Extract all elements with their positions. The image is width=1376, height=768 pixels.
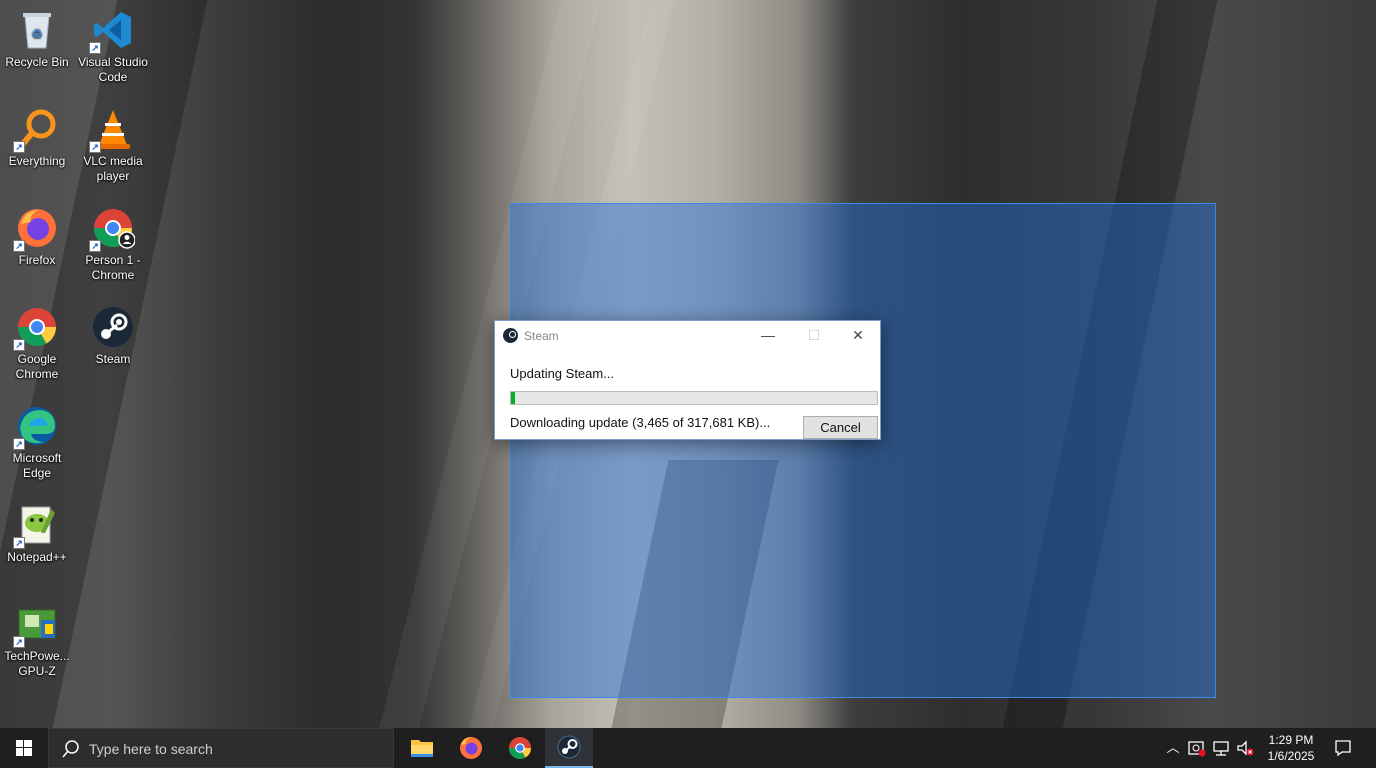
taskbar-app-firefox[interactable] — [447, 728, 495, 768]
search-icon — [62, 740, 79, 758]
download-detail-text: Downloading update (3,465 of 317,681 KB)… — [510, 415, 771, 430]
maximize-icon: ☐ — [807, 327, 821, 343]
shortcut-arrow-icon: ↗ — [89, 141, 101, 153]
vlc-icon: ↗ — [89, 107, 135, 153]
firefox-icon: ↗ — [13, 206, 59, 252]
taskbar-app-steam[interactable] — [545, 728, 593, 768]
search-placeholder: Type here to search — [89, 741, 213, 757]
desktop[interactable]: ♻ Recycle Bin ↗ Visual Studio Code ↗ Eve… — [0, 0, 1376, 728]
desktop-icon-label: Everything — [8, 154, 66, 168]
desktop-icon-label: Person 1 - Chrome — [85, 253, 141, 282]
shortcut-arrow-icon: ↗ — [13, 438, 25, 450]
network-icon — [1213, 741, 1229, 756]
steam-icon — [503, 328, 518, 343]
desktop-icon-steam[interactable]: Steam — [76, 305, 150, 367]
close-icon: ✕ — [852, 327, 864, 343]
steam-update-dialog[interactable]: Steam — ☐ ✕ Updating Steam... Downloadin… — [494, 320, 881, 440]
vscode-icon: ↗ — [89, 8, 135, 54]
taskbar-app-file-explorer[interactable] — [398, 728, 446, 768]
update-status-text: Updating Steam... — [510, 366, 615, 381]
minimize-button[interactable]: — — [745, 321, 791, 351]
show-hidden-icons-button[interactable]: ︿ — [1163, 738, 1183, 758]
dialog-title: Steam — [524, 329, 559, 343]
volume-button[interactable] — [1235, 738, 1255, 758]
desktop-icon-google-chrome[interactable]: ↗ Google Chrome — [0, 305, 74, 382]
desktop-icon-label: Recycle Bin — [5, 55, 69, 69]
recycle-bin-icon: ♻ — [15, 8, 59, 52]
close-button[interactable]: ✕ — [835, 321, 881, 351]
minimize-icon: — — [761, 327, 775, 343]
notification-icon — [1335, 740, 1351, 757]
desktop-icon-recycle-bin[interactable]: ♻ Recycle Bin — [0, 8, 74, 70]
cancel-button[interactable]: Cancel — [803, 416, 878, 439]
desktop-icon-chrome-person1[interactable]: ↗ Person 1 - Chrome — [76, 206, 150, 283]
desktop-icon-edge[interactable]: ↗ Microsoft Edge — [0, 404, 74, 481]
windows-logo-icon — [16, 740, 32, 756]
shortcut-arrow-icon: ↗ — [13, 141, 25, 153]
taskbar-clock[interactable]: 1:29 PM 1/6/2025 — [1262, 732, 1320, 764]
steam-icon — [557, 735, 581, 759]
folder-icon — [411, 740, 433, 757]
progress-fill — [511, 392, 516, 404]
notepadplusplus-icon: ↗ — [13, 503, 59, 549]
chrome-profile-icon: ↗ — [89, 206, 136, 252]
update-progress-bar — [510, 391, 878, 405]
desktop-icon-firefox[interactable]: ↗ Firefox — [0, 206, 74, 268]
desktop-icon-label: Microsoft Edge — [12, 451, 62, 480]
firefox-icon — [460, 737, 482, 759]
edge-icon: ↗ — [13, 404, 59, 450]
desktop-icon-gpuz[interactable]: ↗ TechPowe... GPU-Z — [0, 602, 74, 679]
taskbar-search-box[interactable]: Type here to search — [48, 728, 394, 768]
shortcut-arrow-icon: ↗ — [89, 240, 101, 252]
chrome-icon: ↗ — [13, 305, 59, 351]
tray-app-icon[interactable] — [1187, 738, 1207, 758]
desktop-icon-label: TechPowe... GPU-Z — [4, 649, 70, 678]
desktop-icon-everything[interactable]: ↗ Everything — [0, 107, 74, 169]
desktop-icon-label: Steam — [95, 352, 131, 366]
chrome-icon — [509, 737, 531, 759]
desktop-icon-label: VLC media player — [83, 154, 143, 183]
desktop-icon-label: Google Chrome — [15, 352, 59, 381]
everything-search-icon: ↗ — [13, 107, 59, 153]
network-button[interactable] — [1211, 738, 1231, 758]
gpuz-icon: ↗ — [13, 602, 59, 648]
shortcut-arrow-icon: ↗ — [89, 42, 101, 54]
desktop-icon-vlc[interactable]: ↗ VLC media player — [76, 107, 150, 184]
drag-selection-rectangle — [510, 203, 1216, 698]
shortcut-arrow-icon: ↗ — [13, 636, 25, 648]
action-center-button[interactable] — [1333, 738, 1353, 758]
desktop-icon-label: Visual Studio Code — [78, 55, 148, 84]
shortcut-arrow-icon: ↗ — [13, 339, 25, 351]
desktop-icon-label: Notepad++ — [7, 550, 67, 564]
dialog-titlebar[interactable]: Steam — ☐ ✕ — [495, 321, 880, 351]
svg-text:♻: ♻ — [32, 27, 43, 41]
clock-time: 1:29 PM — [1268, 733, 1314, 747]
start-button[interactable] — [0, 728, 48, 768]
taskbar: Type here to search ︿ 1:29 PM 1/6/2025 — [0, 728, 1376, 768]
maximize-button: ☐ — [791, 321, 837, 351]
shortcut-arrow-icon: ↗ — [13, 240, 25, 252]
desktop-icon-vscode[interactable]: ↗ Visual Studio Code — [76, 8, 150, 85]
desktop-icon-notepadplusplus[interactable]: ↗ Notepad++ — [0, 503, 74, 565]
desktop-icon-label: Firefox — [18, 253, 56, 267]
taskbar-app-chrome[interactable] — [496, 728, 544, 768]
security-tray-icon — [1188, 741, 1206, 757]
volume-muted-icon — [1237, 740, 1254, 756]
shortcut-arrow-icon: ↗ — [13, 537, 25, 549]
steam-icon — [91, 305, 135, 349]
chevron-up-icon: ︿ — [1166, 740, 1180, 755]
clock-date: 1/6/2025 — [1267, 749, 1315, 763]
